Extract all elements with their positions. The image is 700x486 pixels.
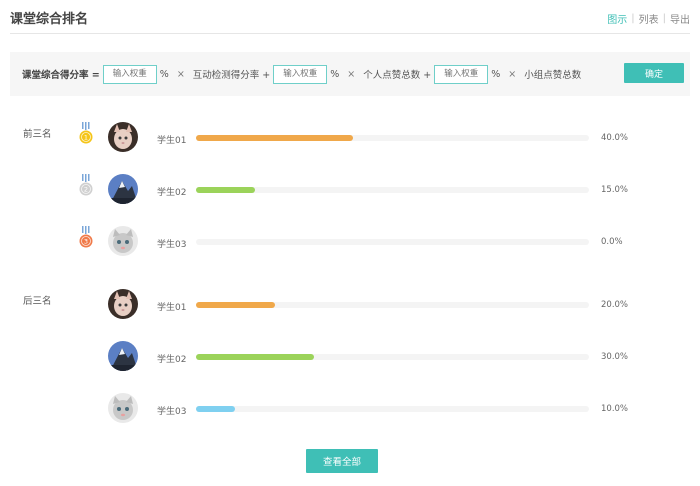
view-separator: | — [631, 13, 635, 24]
view-switcher: 图示 | 列表 | 导出 — [607, 11, 690, 26]
avatar — [108, 289, 138, 319]
ranking-row: 学生02 30.0% — [0, 337, 700, 377]
ranking-row: 学生03 10.0% — [0, 389, 700, 429]
page-title: 课堂综合排名 — [10, 12, 89, 27]
view-chart-link[interactable]: 图示 — [607, 11, 627, 26]
score-value: 40.0% — [601, 133, 629, 143]
formula-label-group-likes: 小组点赞总数 — [524, 70, 582, 81]
avatar — [108, 122, 138, 152]
score-value: 0.0% — [601, 237, 623, 247]
formula-label-interaction: 互动检测得分率 + — [192, 70, 271, 81]
student-name: 学生03 — [157, 407, 187, 417]
confirm-button[interactable]: 确定 — [624, 63, 684, 83]
avatar — [108, 174, 138, 204]
percent-sign: % — [159, 68, 169, 80]
avatar — [108, 393, 138, 423]
progress-track — [196, 187, 589, 193]
student-name: 学生02 — [157, 188, 187, 198]
svg-text:2: 2 — [84, 185, 88, 193]
weight-input-interaction[interactable] — [102, 64, 157, 84]
progress-fill — [196, 135, 354, 141]
progress-track — [196, 135, 589, 141]
progress-fill — [196, 354, 314, 360]
view-separator: | — [662, 13, 666, 24]
avatar — [108, 341, 138, 371]
student-name: 学生03 — [157, 240, 187, 250]
times-sign: × — [176, 68, 185, 80]
medal-icon: 3 — [79, 226, 93, 256]
header-divider — [10, 33, 690, 34]
score-value: 10.0% — [601, 404, 629, 414]
ranking-row: 2 学生02 15.0% — [0, 170, 700, 210]
percent-sign: % — [330, 68, 340, 80]
ranking-row: 1 学生01 40.0% — [0, 118, 700, 158]
view-list-link[interactable]: 列表 — [639, 11, 659, 26]
progress-fill — [196, 406, 236, 412]
weight-input-group-likes[interactable] — [434, 64, 489, 84]
student-name: 学生02 — [157, 355, 187, 365]
progress-track — [196, 302, 589, 308]
progress-fill — [196, 302, 275, 308]
progress-track — [196, 354, 589, 360]
weight-formula-bar: 课堂综合得分率 = % × 互动检测得分率 + % × 个人点赞总数 + % ×… — [10, 52, 690, 96]
export-link[interactable]: 导出 — [670, 11, 690, 26]
times-sign: × — [508, 68, 517, 80]
percent-sign: % — [491, 68, 501, 80]
score-value: 15.0% — [601, 185, 629, 195]
student-name: 学生01 — [157, 136, 187, 146]
svg-text:3: 3 — [84, 237, 88, 245]
medal-icon: 1 — [79, 122, 93, 152]
medal-icon: 2 — [79, 174, 93, 204]
ranking-row: 学生01 20.0% — [0, 285, 700, 325]
score-value: 20.0% — [601, 300, 629, 310]
student-name: 学生01 — [157, 303, 187, 313]
weight-input-personal-likes[interactable] — [273, 64, 328, 84]
formula-label-personal-likes: 个人点赞总数 + — [363, 70, 432, 81]
progress-fill — [196, 187, 255, 193]
progress-track — [196, 406, 589, 412]
times-sign: × — [347, 68, 356, 80]
view-all-button[interactable]: 查看全部 — [306, 449, 378, 473]
score-value: 30.0% — [601, 352, 629, 362]
svg-text:1: 1 — [84, 133, 88, 141]
avatar — [108, 226, 138, 256]
ranking-row: 3 学生03 0.0% — [0, 222, 700, 262]
progress-track — [196, 239, 589, 245]
formula-lead-label: 课堂综合得分率 = — [22, 70, 100, 81]
